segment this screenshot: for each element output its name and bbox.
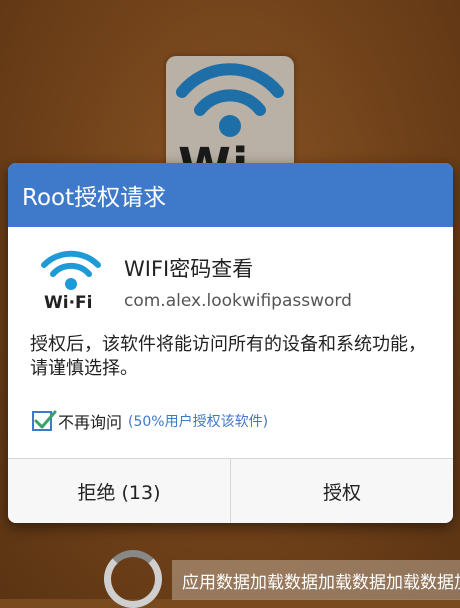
app-info: Wi·Fi WIFI密码查看 com.alex.lookwifipassword <box>8 243 453 323</box>
remember-checkbox[interactable] <box>32 410 57 431</box>
warning-text: 授权后，该软件将能访问所有的设备和系统功能，请谨慎选择。 <box>30 334 426 379</box>
app-icon-label: Wi·Fi <box>44 293 93 313</box>
authorization-rate-hint: (50%用户授权该软件) <box>128 414 269 430</box>
dialog-header: Root授权请求 <box>8 163 453 227</box>
app-name: WIFI密码查看 <box>124 257 254 281</box>
app-icon: Wi·Fi <box>38 249 104 319</box>
wifi-icon <box>41 250 101 290</box>
loading-spinner <box>104 550 162 608</box>
loading-text: 应用数据加载数据加载数据加载数据加 <box>182 572 460 593</box>
dialog-button-bar: 拒绝 (13) 授权 <box>8 458 453 523</box>
root-permission-dialog: Root授权请求 Wi·Fi WIFI密码查看 com.alex.lookwif… <box>8 163 453 523</box>
app-package-name: com.alex.lookwifipassword <box>124 291 352 311</box>
allow-button[interactable]: 授权 <box>230 459 453 523</box>
background-wifi-icon <box>176 63 284 137</box>
loading-toast: 应用数据加载数据加载数据加载数据加 <box>172 560 460 600</box>
deny-button[interactable]: 拒绝 (13) <box>8 459 230 523</box>
dialog-title: Root授权请求 <box>22 185 167 211</box>
checkmark-icon <box>34 410 57 429</box>
remember-choice[interactable]: 不再询问 (50%用户授权该软件) <box>32 408 268 434</box>
remember-label[interactable]: 不再询问 <box>58 409 122 433</box>
